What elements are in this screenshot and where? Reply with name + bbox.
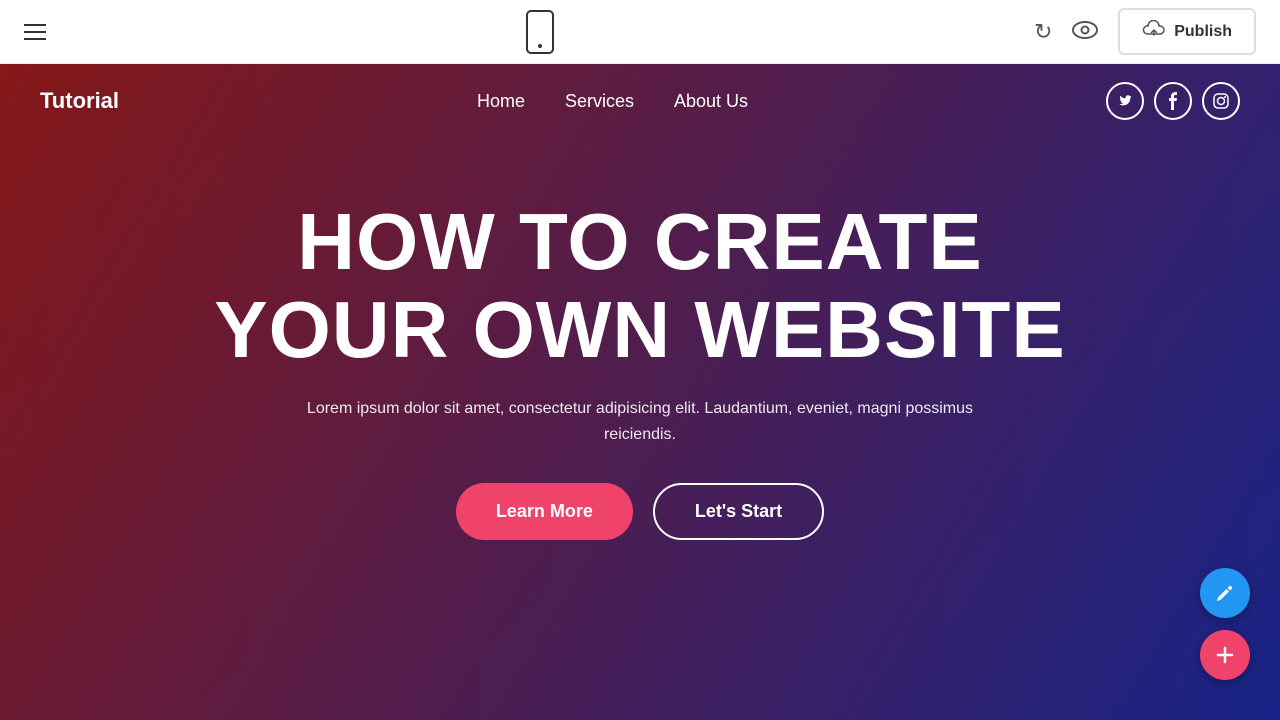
nav-link-services[interactable]: Services	[565, 91, 634, 112]
hero-section: Tutorial Home Services About Us	[0, 64, 1280, 720]
nav-link-home[interactable]: Home	[477, 91, 525, 112]
instagram-icon[interactable]	[1202, 82, 1240, 120]
mobile-preview-icon[interactable]	[526, 10, 554, 54]
toolbar-center	[526, 10, 554, 54]
hero-buttons: Learn More Let's Start	[456, 483, 824, 540]
nav-link-about[interactable]: About Us	[674, 91, 748, 112]
site-nav-links: Home Services About Us	[477, 91, 748, 112]
twitter-icon[interactable]	[1106, 82, 1144, 120]
hero-title: HOW TO CREATE YOUR OWN WEBSITE	[214, 198, 1066, 374]
toolbar-right: ↺ Publish	[1034, 8, 1256, 55]
hero-title-line1: HOW TO CREATE	[297, 197, 983, 286]
publish-label: Publish	[1174, 23, 1232, 41]
social-icons	[1106, 82, 1240, 120]
publish-button[interactable]: Publish	[1118, 8, 1256, 55]
cloud-upload-icon	[1142, 20, 1166, 43]
preview-eye-icon[interactable]	[1072, 19, 1098, 45]
toolbar: ↺ Publish	[0, 0, 1280, 64]
undo-icon[interactable]: ↺	[1034, 19, 1052, 45]
hamburger-menu-icon[interactable]	[24, 24, 46, 40]
add-fab-button[interactable]	[1200, 630, 1250, 680]
site-navigation: Tutorial Home Services About Us	[0, 64, 1280, 138]
edit-fab-button[interactable]	[1200, 568, 1250, 618]
hero-subtitle: Lorem ipsum dolor sit amet, consectetur …	[290, 396, 990, 447]
hero-title-line2: YOUR OWN WEBSITE	[214, 285, 1066, 374]
toolbar-left	[24, 24, 46, 40]
learn-more-button[interactable]: Learn More	[456, 483, 633, 540]
preview-area: Tutorial Home Services About Us	[0, 64, 1280, 720]
site-logo: Tutorial	[40, 88, 119, 114]
hero-content: HOW TO CREATE YOUR OWN WEBSITE Lorem ips…	[114, 198, 1166, 540]
lets-start-button[interactable]: Let's Start	[653, 483, 824, 540]
mobile-icon-dot	[538, 44, 542, 48]
facebook-icon[interactable]	[1154, 82, 1192, 120]
fab-container	[1200, 568, 1250, 680]
